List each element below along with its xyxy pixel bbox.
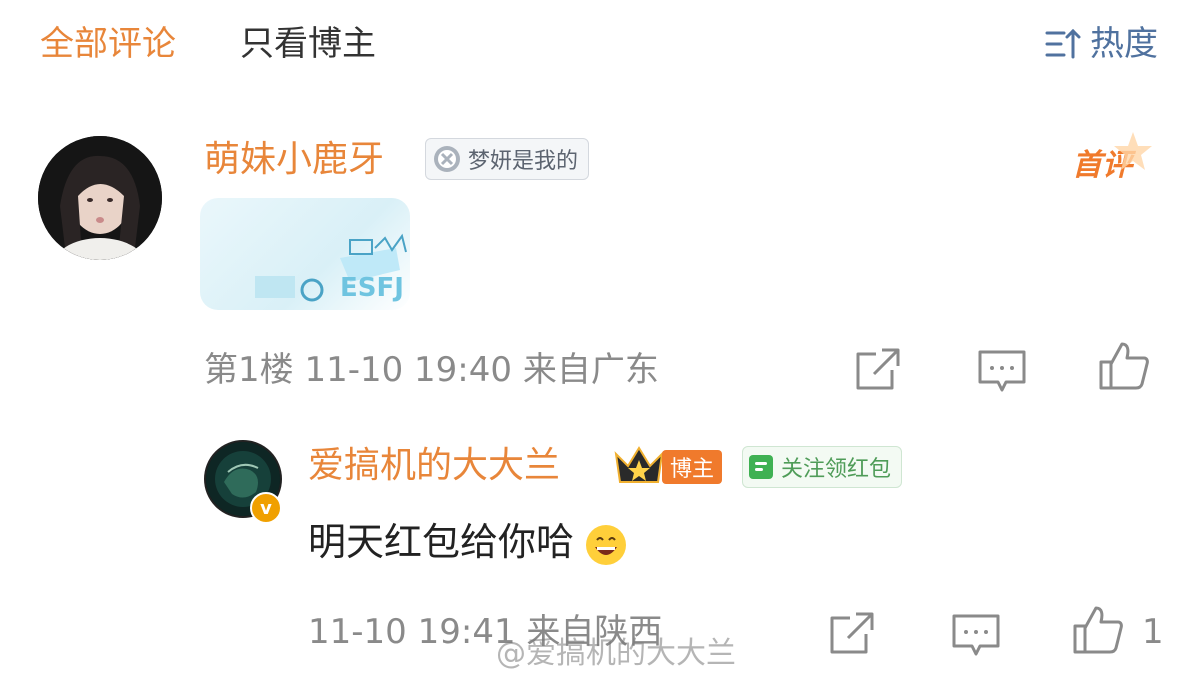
tab-all-comments[interactable]: 全部评论	[40, 24, 176, 64]
sort-toggle[interactable]: 热度	[1044, 24, 1158, 64]
reply-text-value: 明天红包给你哈	[308, 520, 575, 564]
reply-comment-icon[interactable]	[950, 608, 1002, 660]
sort-label: 热度	[1090, 24, 1158, 64]
verified-icon: v	[250, 492, 282, 524]
author-username[interactable]: 爱搞机的大大兰	[308, 444, 560, 488]
avatar-image	[38, 136, 162, 260]
watermark: @爱搞机的大大兰	[496, 636, 736, 671]
first-badge-icon	[1114, 132, 1152, 170]
fan-badge-icon	[434, 146, 460, 172]
share-icon[interactable]	[852, 344, 904, 396]
reply-share-icon[interactable]	[826, 608, 878, 660]
comment-sticker[interactable]: ESFJ	[200, 198, 410, 310]
tab-author-only[interactable]: 只看博主	[240, 24, 376, 64]
crown-icon	[614, 446, 664, 483]
like-icon[interactable]	[1098, 340, 1150, 392]
follow-badge-label: 关注领红包	[781, 457, 892, 482]
reply-like-icon[interactable]	[1072, 604, 1124, 656]
comment-meta: 第1楼 11-10 19:40 来自广东	[204, 350, 659, 390]
fan-badge-label: 梦妍是我的	[468, 149, 579, 174]
follow-icon	[749, 455, 773, 479]
sort-icon	[1045, 28, 1081, 59]
laugh-emoji	[586, 524, 627, 565]
commenter-username[interactable]: 萌妹小鹿牙	[204, 138, 384, 182]
author-badge: 博主	[662, 450, 723, 484]
author-badge-label: 博主	[670, 457, 715, 482]
comment-icon[interactable]	[976, 344, 1028, 396]
follow-redpacket-button[interactable]: 关注领红包	[742, 446, 903, 488]
fan-badge[interactable]: 梦妍是我的	[425, 138, 590, 180]
avatar-commenter[interactable]	[38, 136, 162, 260]
sticker-text: ESFJ	[340, 273, 404, 303]
reply-like-count: 1	[1142, 612, 1164, 652]
reply-text: 明天红包给你哈	[308, 518, 627, 566]
sticker-art: ESFJ	[255, 233, 407, 303]
